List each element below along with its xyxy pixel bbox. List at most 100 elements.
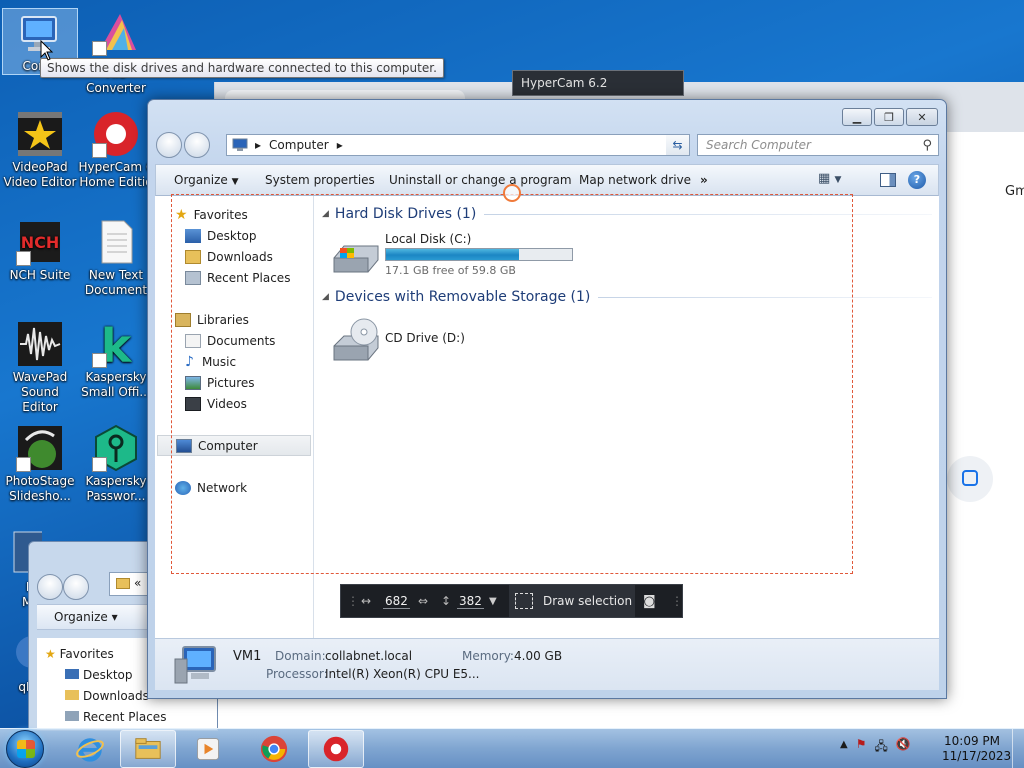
more-commands-button[interactable]: »: [700, 173, 708, 187]
help-button[interactable]: ?: [908, 171, 926, 189]
minimize-button[interactable]: ▁: [842, 108, 872, 126]
mouse-cursor-icon: [40, 40, 54, 61]
nav-item-favorites[interactable]: ★ Favorites: [45, 647, 114, 661]
folder-icon: [135, 738, 161, 759]
preview-pane-icon[interactable]: [880, 173, 896, 187]
taskbar-internet-explorer[interactable]: [62, 730, 118, 768]
system-properties-button[interactable]: System properties: [265, 173, 375, 187]
link-aspect-icon[interactable]: ⇔: [418, 585, 428, 617]
camera-icon: [962, 470, 978, 486]
selection-frame-icon: [515, 593, 533, 609]
desktop-icon-new-text-document[interactable]: New Text Document: [78, 218, 154, 298]
hypercam-icon: [323, 736, 349, 762]
navigation-buttons: [156, 132, 212, 158]
search-placeholder: Search Computer: [706, 138, 811, 152]
selection-handle[interactable]: [503, 184, 521, 202]
videopad-icon: [197, 738, 219, 760]
kaspersky-password-icon: [92, 424, 140, 472]
desktop-icon-kaspersky-password[interactable]: Kaspersky Passwor...: [78, 424, 154, 504]
desktop-icon-wavepad[interactable]: WavePad Sound Editor: [2, 320, 78, 415]
system-tray: ▲ ⚑ 🖧 🔇: [840, 737, 911, 758]
drag-grip-icon[interactable]: ⋮: [347, 585, 359, 617]
taskbar-hypercam[interactable]: [308, 730, 364, 768]
processor-label: Processor:: [266, 667, 328, 681]
nav-item-downloads[interactable]: Downloads: [65, 689, 149, 703]
window-controls: ▁ ❐ ✕: [842, 108, 938, 126]
selection-toolbar: ⋮ ↔ 682 ⇔ ↕ 382 ▼ Draw selection ◙ ⋮: [340, 584, 683, 618]
chevron-down-icon[interactable]: ▼: [489, 585, 497, 617]
forward-button[interactable]: [63, 574, 89, 600]
recent-places-icon: [65, 711, 79, 721]
text-document-icon: [92, 218, 140, 266]
close-button[interactable]: ✕: [906, 108, 938, 126]
capture-selection-rectangle[interactable]: [171, 194, 853, 574]
star-icon: ★: [45, 647, 56, 661]
maximize-button[interactable]: ❐: [874, 108, 904, 126]
nav-label: Recent Places: [83, 710, 167, 724]
nav-item-desktop[interactable]: Desktop: [65, 668, 133, 682]
desktop-icon-hypercam[interactable]: HyperCam 6 Home Editio: [78, 110, 154, 190]
close-icon: ✕: [917, 110, 927, 124]
breadcrumb-separator-icon[interactable]: ▸: [255, 138, 261, 152]
hypercam-window-title[interactable]: HyperCam 6.2: [512, 70, 684, 96]
volume-muted-icon[interactable]: 🔇: [896, 737, 911, 758]
start-button[interactable]: [6, 730, 44, 768]
taskbar-clock[interactable]: 10:09 PM 11/17/2023: [942, 734, 1011, 764]
nav-item-recent-places[interactable]: Recent Places: [65, 710, 166, 724]
search-icon: ⚲: [922, 138, 932, 153]
refresh-button[interactable]: ⇆: [666, 134, 690, 156]
computer-name: VM1: [233, 649, 262, 664]
search-input[interactable]: Search Computer ⚲: [697, 134, 939, 156]
computer-icon: [174, 646, 216, 684]
change-view-button[interactable]: ▦ ▼: [818, 171, 841, 186]
show-hidden-icons-button[interactable]: ▲: [840, 739, 848, 758]
desktop-icon-photostage[interactable]: PhotoStage Slidesho...: [2, 424, 78, 504]
internet-explorer-icon: [76, 738, 104, 762]
organize-menu[interactable]: Organize ▾: [54, 610, 118, 624]
network-status-icon[interactable]: 🖧: [874, 737, 887, 758]
taskbar-windows-explorer[interactable]: [120, 730, 176, 768]
height-input[interactable]: 382: [457, 585, 484, 617]
uninstall-program-button[interactable]: Uninstall or change a program: [389, 173, 572, 187]
show-desktop-button[interactable]: [1012, 729, 1024, 768]
folder-icon: [116, 578, 130, 589]
desktop-icon-file-converter[interactable]: File Converter: [78, 8, 154, 96]
taskbar-videopad[interactable]: [180, 730, 236, 768]
width-icon: ↔: [361, 594, 372, 608]
details-pane: VM1 Domain: collabnet.local Memory: 4.00…: [155, 638, 939, 690]
command-bar: Organize ▼ System properties Uninstall o…: [155, 164, 939, 196]
height-icon: ↕: [441, 594, 452, 608]
action-center-icon[interactable]: ⚑: [856, 737, 867, 758]
shortcut-arrow-icon: [16, 251, 31, 266]
desktop-icon-label: VideoPad Video Editor: [3, 160, 77, 189]
drag-grip-icon[interactable]: ⋮: [671, 585, 683, 617]
address-overflow[interactable]: «: [134, 576, 141, 590]
desktop-icon-label: New Text Document: [84, 268, 148, 297]
address-bar[interactable]: ▸ Computer ▸ ▼: [226, 134, 690, 156]
back-button[interactable]: [156, 132, 182, 158]
camera-icon[interactable]: ◙: [643, 585, 656, 617]
breadcrumb-separator-icon[interactable]: ▸: [337, 138, 343, 152]
nav-label: Favorites: [59, 647, 114, 661]
desktop-icon-label: PhotoStage Slidesho...: [5, 474, 75, 503]
shortcut-arrow-icon: [92, 457, 107, 472]
breadcrumb-computer[interactable]: Computer: [269, 138, 329, 152]
desktop-icon-nch-suite[interactable]: NCH NCH Suite: [2, 218, 78, 283]
desktop-icon-kaspersky-small-office[interactable]: k Kaspersky Small Offi...: [78, 320, 154, 400]
draw-selection-button[interactable]: Draw selection: [509, 585, 635, 617]
minimize-icon: ▁: [852, 110, 862, 124]
nav-label: Downloads: [83, 689, 149, 703]
width-input[interactable]: 682: [383, 585, 410, 617]
forward-button[interactable]: [184, 132, 210, 158]
desktop-icon-videopad[interactable]: VideoPad Video Editor: [2, 110, 78, 190]
map-network-drive-button[interactable]: Map network drive: [579, 173, 691, 187]
shortcut-arrow-icon: [92, 143, 107, 158]
taskbar-chrome[interactable]: [246, 730, 302, 768]
draw-selection-label: Draw selection: [543, 594, 633, 608]
google-lens-button[interactable]: [947, 456, 993, 502]
organize-menu[interactable]: Organize ▼: [174, 173, 239, 187]
wavepad-icon: [16, 320, 64, 368]
back-button[interactable]: [37, 574, 63, 600]
desktop-icon-label: Kaspersky Small Offi...: [81, 370, 151, 399]
chrome-icon: [260, 735, 288, 763]
